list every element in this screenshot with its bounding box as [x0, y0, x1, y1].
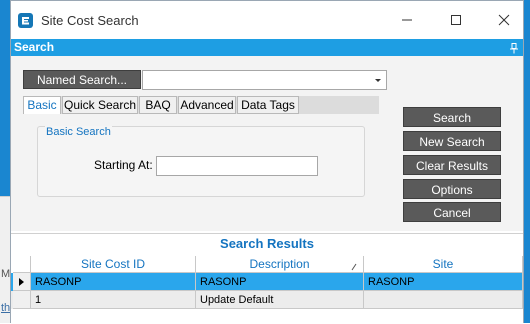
named-search-button[interactable]: Named Search...: [23, 70, 141, 89]
basic-search-group-title: Basic Search: [45, 126, 112, 138]
table-row[interactable]: RASONP RASONP RASONP: [11, 273, 523, 291]
results-grid: Site Cost ID Description Site RASONP RAS…: [11, 252, 523, 324]
sort-icon: [351, 259, 357, 271]
row-selector[interactable]: [13, 291, 31, 309]
cell-site-cost-id[interactable]: RASONP: [31, 273, 196, 291]
new-search-button[interactable]: New Search: [403, 131, 501, 151]
clear-results-button[interactable]: Clear Results: [403, 155, 501, 175]
column-header-description-label: Description: [249, 257, 310, 271]
named-search-combo[interactable]: [142, 70, 387, 90]
search-panel-header: Search: [11, 39, 523, 56]
cell-site[interactable]: [364, 291, 523, 309]
search-button[interactable]: Search: [403, 107, 501, 127]
search-results-title: Search Results: [11, 233, 523, 252]
background-text-m: M: [1, 268, 11, 280]
column-header-site-cost-id[interactable]: Site Cost ID: [31, 256, 196, 273]
starting-at-input[interactable]: [156, 156, 318, 176]
basic-tab-panel: Basic Search Starting At:: [23, 114, 379, 219]
search-panel-title: Search: [14, 40, 55, 54]
title-bar[interactable]: Site Cost Search: [11, 1, 523, 39]
background-app-strip-right: [524, 0, 530, 323]
basic-search-group: Basic Search Starting At:: [37, 126, 365, 197]
tab-data-tags[interactable]: Data Tags: [237, 96, 299, 114]
epicor-e-icon: [18, 13, 33, 28]
cell-description[interactable]: Update Default: [196, 291, 364, 309]
minimize-icon[interactable]: [394, 9, 420, 31]
table-row[interactable]: 1 Update Default: [11, 291, 523, 309]
cancel-button[interactable]: Cancel: [403, 202, 501, 222]
options-button[interactable]: Options: [403, 179, 501, 199]
grid-corner: [13, 256, 31, 273]
tab-baq[interactable]: BAQ: [139, 96, 177, 114]
cell-site[interactable]: RASONP: [364, 273, 523, 291]
chevron-down-icon[interactable]: [371, 72, 385, 88]
background-link-th[interactable]: th: [1, 302, 10, 314]
row-selector[interactable]: [13, 273, 31, 291]
tab-quick-search[interactable]: Quick Search: [62, 96, 138, 114]
maximize-icon[interactable]: [443, 9, 469, 31]
search-tabs: Basic Quick Search BAQ Advanced Data Tag…: [23, 96, 379, 115]
grid-empty-area: [11, 309, 523, 324]
window-title: Site Cost Search: [41, 13, 139, 28]
tab-basic[interactable]: Basic: [23, 96, 61, 115]
cell-description[interactable]: RASONP: [196, 273, 364, 291]
column-header-description[interactable]: Description: [196, 256, 364, 273]
search-content: Named Search... Basic Quick Search BAQ A…: [11, 56, 523, 231]
pin-icon[interactable]: [509, 42, 519, 54]
site-cost-search-window: Site Cost Search Search Named Search...: [10, 0, 524, 324]
close-icon[interactable]: [491, 9, 517, 31]
starting-at-label: Starting At:: [94, 158, 153, 172]
column-header-site[interactable]: Site: [364, 256, 523, 273]
tab-advanced[interactable]: Advanced: [178, 96, 236, 114]
cell-site-cost-id[interactable]: 1: [31, 291, 196, 309]
